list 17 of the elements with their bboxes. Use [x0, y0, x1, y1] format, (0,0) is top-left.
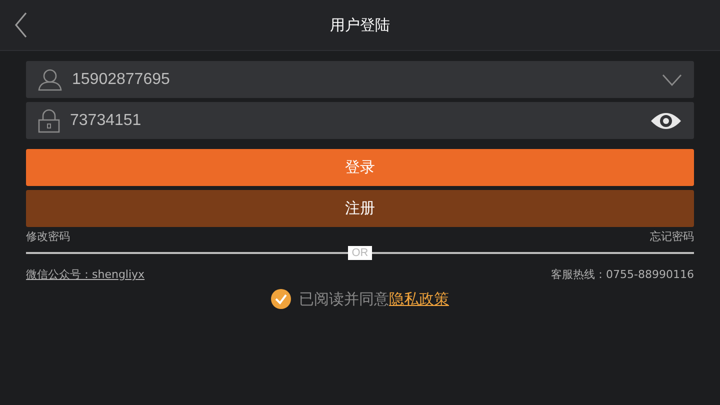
password-field[interactable]: 73734151 — [26, 102, 694, 139]
forgot-password-link[interactable]: 忘记密码 — [650, 229, 694, 244]
register-button[interactable]: 注册 — [26, 190, 694, 227]
eye-icon[interactable] — [650, 110, 682, 130]
or-label: OR — [348, 246, 372, 260]
hotline-text: 客服热线：0755-88990116 — [551, 267, 694, 282]
lock-icon — [38, 108, 60, 132]
back-icon[interactable] — [14, 12, 28, 38]
user-icon — [38, 68, 62, 90]
checkbox[interactable] — [271, 289, 291, 309]
agreement-text: 已阅读并同意隐私政策 — [299, 290, 449, 308]
change-password-link[interactable]: 修改密码 — [26, 229, 70, 244]
wechat-account-text: 微信公众号：shengliyx — [26, 267, 145, 282]
privacy-policy-link[interactable]: 隐私政策 — [389, 290, 449, 308]
account-field[interactable]: 15902877695 — [26, 61, 694, 98]
dropdown-icon[interactable] — [662, 74, 682, 86]
page-title: 用户登陆 — [330, 16, 390, 34]
